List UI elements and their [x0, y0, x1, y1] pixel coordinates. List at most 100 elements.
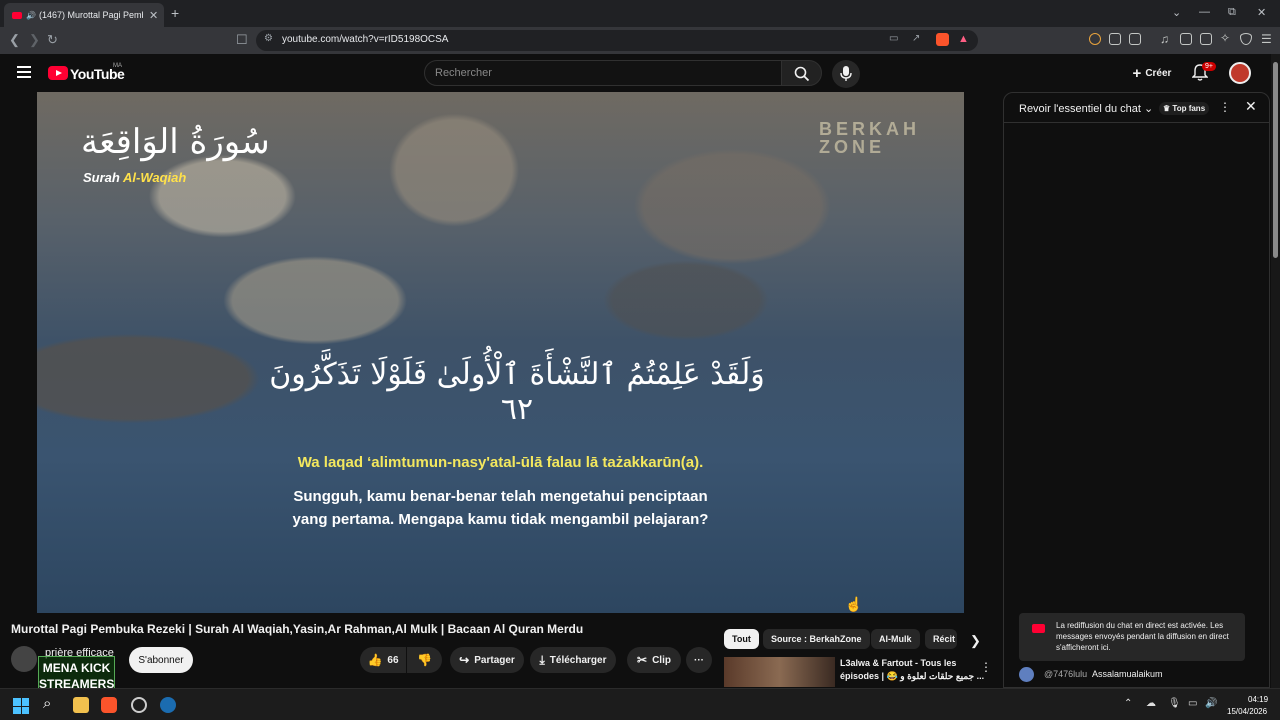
- file-explorer-icon[interactable]: [73, 697, 89, 713]
- dislike-button[interactable]: 👎: [407, 647, 442, 673]
- related-video-title-line-2[interactable]: épisodes | 😂 جميع حلقات لعلوة و ...: [840, 671, 984, 682]
- guide-menu-icon[interactable]: [17, 66, 31, 81]
- brave-rewards-icon[interactable]: ▲: [958, 33, 969, 45]
- chip-source-berkahzone[interactable]: Source : BerkahZone: [763, 629, 870, 649]
- youtube-logo-icon[interactable]: [48, 66, 68, 80]
- browser-toolbar: ❮ ❯ ↻ ☐ ⚙ youtube.com/watch?v=rID5198OCS…: [0, 27, 1280, 54]
- taskbar-clock-date[interactable]: 15/04/2026: [1227, 707, 1267, 716]
- ayah-arabic-text: وَلَقَدْ عَلِمْتُمُ ٱلنَّشْأَةَ ٱلْأُولَ…: [269, 357, 765, 427]
- extensions-puzzle-icon[interactable]: [1109, 33, 1121, 45]
- maximize-button[interactable]: ⧉: [1228, 6, 1236, 19]
- related-video-more-icon[interactable]: ⋮: [980, 660, 992, 674]
- ayah-translation-line-1: Sungguh, kamu benar-benar telah mengetah…: [293, 488, 708, 505]
- chevron-down-icon: ⌄: [1144, 103, 1154, 115]
- windows-taskbar: ⌕ ⌃ ☁ 🎙 ▭ 🔊 04:19 15/04/2026: [0, 688, 1280, 720]
- chatgpt-icon[interactable]: [131, 697, 147, 713]
- chevron-right-icon[interactable]: ❯: [970, 633, 981, 649]
- steam-icon[interactable]: [160, 697, 176, 713]
- scissors-icon: ✂: [637, 653, 648, 667]
- address-bar[interactable]: ⚙ youtube.com/watch?v=rID5198OCSA ▭ ↗ ▲: [256, 30, 978, 51]
- notifications-badge: 9+: [1202, 62, 1216, 71]
- brave-shields-icon[interactable]: [936, 33, 949, 46]
- search-placeholder: Rechercher: [435, 67, 492, 79]
- chat-replay-notice: La rediffusion du chat en direct est act…: [1019, 613, 1245, 661]
- chat-message-avatar[interactable]: [1019, 667, 1034, 682]
- taskbar-clock-time[interactable]: 04:19: [1248, 695, 1268, 704]
- chat-header: Revoir l'essentiel du chat ⌄ ♛ Top fans …: [1004, 93, 1269, 123]
- vpn-shield-icon[interactable]: [1240, 33, 1252, 45]
- brave-browser-icon[interactable]: [101, 697, 117, 713]
- chat-close-icon[interactable]: ✕: [1245, 98, 1257, 115]
- wallet-icon[interactable]: [1200, 33, 1212, 45]
- share-button[interactable]: ↪ Partager: [450, 647, 524, 673]
- url-text[interactable]: youtube.com/watch?v=rID5198OCSA: [282, 34, 448, 45]
- top-fans-badge[interactable]: ♛ Top fans: [1159, 102, 1210, 115]
- browser-tab[interactable]: 🔊 (1467) Murottal Pagi Pembuka ✕: [4, 3, 164, 27]
- share-icon[interactable]: ↗: [912, 33, 920, 44]
- tray-mic-icon[interactable]: 🎙: [1168, 698, 1181, 709]
- channel-watermark-logo: BERKAH ZONE: [819, 119, 921, 157]
- menu-icon[interactable]: ☰: [1261, 32, 1273, 46]
- plus-icon: +: [1132, 64, 1142, 82]
- download-icon: ⤓: [539, 652, 545, 667]
- back-icon[interactable]: ❮: [9, 32, 20, 48]
- chat-message-text: Assalamualaikum: [1092, 669, 1163, 679]
- bookmark-icon[interactable]: ☐: [236, 32, 248, 48]
- chat-message-author[interactable]: @7476lulu: [1044, 669, 1087, 679]
- like-button[interactable]: 👍 66: [360, 647, 406, 673]
- thumbs-down-icon: 👎: [417, 653, 432, 667]
- clip-button[interactable]: ✂ Clip: [627, 647, 681, 673]
- youtube-header: YouTube MA Rechercher + Créer 9+: [0, 54, 1280, 92]
- video-player[interactable]: سُورَةُ الوَاقِعَة Surah Al-Waqiah BERKA…: [37, 92, 964, 613]
- windows-start-icon[interactable]: [13, 698, 29, 714]
- search-button[interactable]: [781, 60, 822, 86]
- leo-ai-icon[interactable]: ✧: [1220, 31, 1232, 45]
- browser-tab-bar: 🔊 (1467) Murottal Pagi Pembuka ✕ + ⌄ — ⧉…: [0, 0, 1280, 27]
- youtube-small-icon: [1032, 624, 1045, 633]
- volume-icon[interactable]: 🔊: [1205, 698, 1217, 709]
- chip-recitation[interactable]: Récit: [925, 629, 957, 649]
- media-control-icon[interactable]: ♫: [1160, 32, 1172, 46]
- tab-title: (1467) Murottal Pagi Pembuka: [38, 10, 143, 20]
- tab-close-icon[interactable]: ✕: [149, 9, 158, 22]
- site-info-icon[interactable]: ⚙: [264, 33, 273, 44]
- chip-al-mulk[interactable]: Al-Mulk: [871, 629, 920, 649]
- cast-icon[interactable]: ▭: [889, 33, 898, 44]
- related-video-thumbnail[interactable]: [724, 657, 835, 687]
- page-scrollbar-thumb[interactable]: [1273, 62, 1278, 258]
- chat-more-icon[interactable]: ⋮: [1219, 100, 1231, 114]
- create-button[interactable]: + Créer: [1124, 60, 1180, 86]
- extension-icon[interactable]: [1089, 33, 1101, 45]
- ayah-translation-line-2: yang pertama. Mengapa kamu tidak mengamb…: [292, 511, 709, 528]
- sidebar-icon[interactable]: [1180, 33, 1192, 45]
- close-window-button[interactable]: ✕: [1257, 6, 1266, 19]
- thumbs-up-icon: 👍: [367, 653, 383, 667]
- minimize-button[interactable]: —: [1199, 6, 1210, 18]
- surah-latin-title: Surah Al-Waqiah: [83, 170, 187, 185]
- chat-replay-notice-text: La rediffusion du chat en direct est act…: [1056, 621, 1229, 652]
- more-actions-button[interactable]: ···: [686, 647, 712, 673]
- taskbar-search-icon[interactable]: ⌕: [43, 695, 51, 712]
- surah-arabic-title: سُورَةُ الوَاقِعَة: [81, 122, 270, 162]
- tray-app-icon[interactable]: ☁: [1146, 698, 1156, 709]
- chip-all[interactable]: Tout: [724, 629, 759, 649]
- search-input[interactable]: Rechercher: [424, 60, 782, 86]
- reload-icon[interactable]: ↻: [47, 32, 58, 48]
- related-video-title[interactable]: L3alwa & Fartout - Tous les: [840, 658, 956, 668]
- screenshot-icon[interactable]: [1129, 33, 1141, 45]
- channel-avatar[interactable]: [11, 646, 37, 672]
- audio-playing-icon[interactable]: 🔊: [26, 11, 36, 20]
- account-avatar[interactable]: [1229, 62, 1251, 84]
- download-button[interactable]: ⤓ Télécharger: [530, 647, 616, 673]
- tab-search-icon[interactable]: ⌄: [1172, 6, 1181, 19]
- tray-overflow-icon[interactable]: ⌃: [1124, 698, 1132, 709]
- network-icon[interactable]: ▭: [1188, 698, 1197, 709]
- subscribe-button[interactable]: S'abonner: [129, 647, 193, 673]
- voice-search-button[interactable]: [832, 60, 860, 88]
- like-count: 66: [387, 654, 399, 666]
- chat-mode-dropdown[interactable]: Revoir l'essentiel du chat ⌄: [1019, 102, 1153, 115]
- ayah-transliteration: Wa laqad ‘alimtumun-nasy'atal-ūlā falau …: [297, 454, 704, 471]
- download-label: Télécharger: [549, 654, 607, 666]
- new-tab-button[interactable]: +: [171, 5, 179, 21]
- forward-icon[interactable]: ❯: [29, 32, 40, 48]
